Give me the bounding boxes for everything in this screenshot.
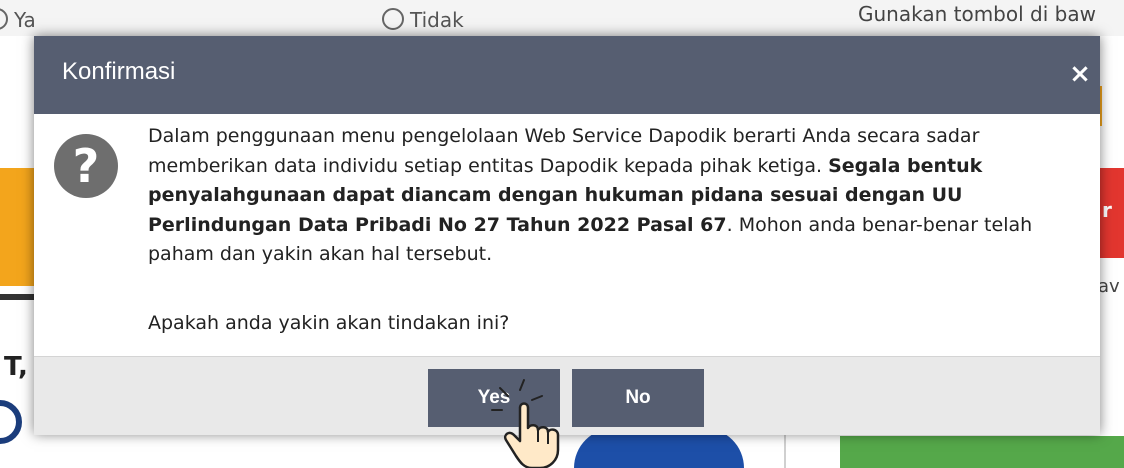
- radio-option-tidak[interactable]: Tidak: [382, 8, 464, 32]
- radio-label-ya: Ya: [14, 8, 36, 32]
- background-orange-card: [0, 168, 34, 286]
- dialog-header: Konfirmasi ×: [34, 36, 1100, 114]
- radio-icon: [0, 8, 8, 30]
- background-divider: [784, 430, 786, 468]
- background-red-letter: r: [1102, 198, 1112, 222]
- background-hint-text: Gunakan tombol di baw: [858, 2, 1096, 26]
- question-circle-icon: ?: [54, 134, 118, 198]
- dialog-title: Konfirmasi: [62, 58, 176, 85]
- radio-icon: [382, 8, 404, 30]
- dialog-footer: Yes No: [34, 356, 1100, 435]
- no-button[interactable]: No: [572, 369, 704, 427]
- background-top-bar: Ya Tidak Gunakan tombol di baw: [0, 0, 1124, 36]
- page: Ya Tidak Gunakan tombol di baw r av T, K…: [0, 0, 1124, 468]
- background-right-text: av: [1098, 276, 1120, 297]
- yes-button[interactable]: Yes: [428, 369, 560, 427]
- background-dark-bar: [0, 294, 34, 300]
- radio-label-tidak: Tidak: [410, 8, 464, 32]
- dialog-question: Apakah anda yakin akan tindakan ini?: [148, 312, 510, 334]
- background-red-card: r: [1096, 168, 1124, 258]
- confirmation-dialog: Konfirmasi × ? Dalam penggunaan menu pen…: [34, 36, 1100, 435]
- dialog-message: Dalam penggunaan menu pengelolaan Web Se…: [148, 122, 1058, 270]
- background-left-text: T,: [4, 352, 28, 382]
- close-icon[interactable]: ×: [1066, 60, 1094, 88]
- radio-option-ya[interactable]: Ya: [0, 8, 36, 32]
- background-green-bar: [840, 436, 1124, 468]
